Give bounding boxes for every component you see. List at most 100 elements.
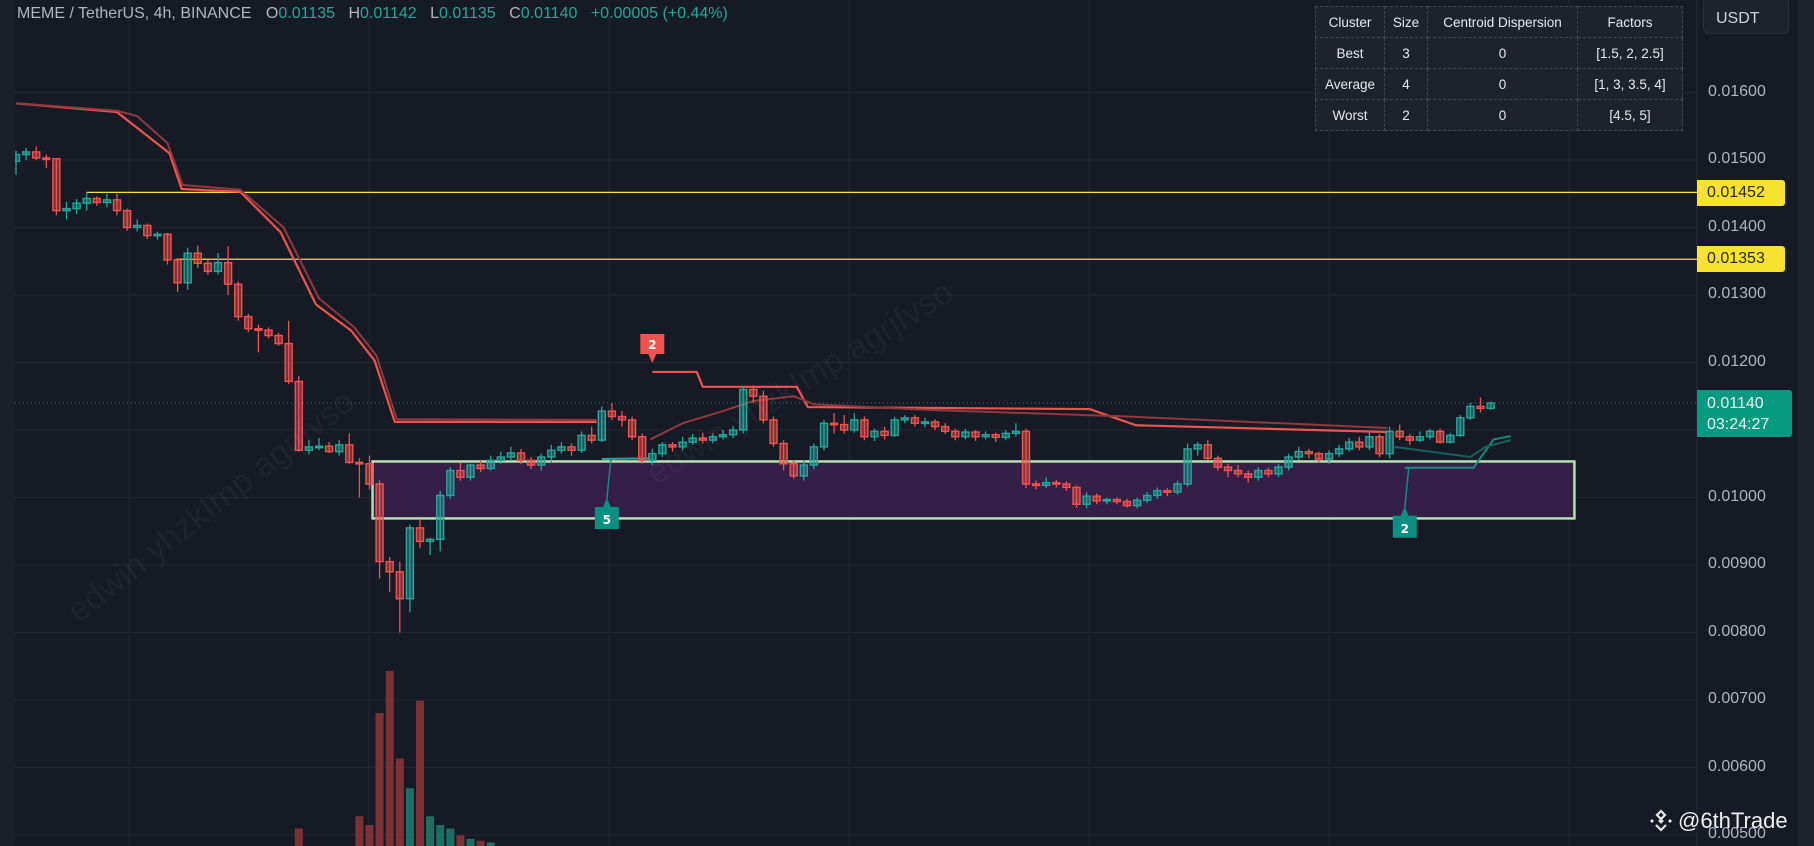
- candle-body: [1355, 441, 1364, 448]
- candle-body: [506, 452, 516, 458]
- candle-body: [1314, 452, 1324, 460]
- candle-body: [355, 461, 364, 465]
- candle-body: [223, 261, 233, 285]
- price-axis-label: 0.01400: [1708, 217, 1766, 235]
- candle-body: [1385, 430, 1394, 455]
- candle-body: [476, 464, 485, 470]
- candle-body: [516, 452, 526, 462]
- candle-body: [1163, 490, 1172, 493]
- candle-body: [819, 422, 829, 448]
- candle-body: [1264, 469, 1273, 475]
- price-axis-label: 0.01600: [1708, 82, 1766, 100]
- candle-body: [1375, 436, 1384, 455]
- level-tag: 0.01353: [1697, 246, 1785, 272]
- candle-body: [1072, 486, 1081, 505]
- symbol-title[interactable]: MEME / TetherUS, 4h, BINANCE: [17, 5, 251, 22]
- candle-body: [72, 202, 81, 210]
- candle-body: [779, 442, 788, 465]
- level-tag: 0.01452: [1697, 180, 1785, 206]
- candle-body: [456, 469, 465, 478]
- volume-bar: [426, 816, 435, 846]
- left-edge: [0, 0, 15, 846]
- low-label: L: [430, 5, 440, 22]
- table-header-row: Cluster Size Centroid Dispersion Factors: [1315, 6, 1683, 38]
- trailing-stop-bear-stop-1-shadow: [15, 102, 597, 421]
- candle-body: [365, 463, 374, 485]
- candle-body: [688, 437, 697, 443]
- candle-body: [102, 199, 112, 204]
- candle-body: [1456, 417, 1465, 437]
- trailing-stop-bear-stop-1: [15, 102, 597, 423]
- cell: Average: [1315, 68, 1385, 100]
- candle-body: [668, 444, 677, 448]
- candle-body: [52, 157, 61, 212]
- candle-body: [1021, 430, 1031, 485]
- candle-body: [627, 419, 637, 438]
- candle-body: [1011, 430, 1021, 435]
- price-axis-label: 0.01500: [1708, 150, 1766, 167]
- candle-body: [486, 459, 495, 470]
- candle-body: [920, 421, 930, 425]
- candle-body: [1132, 499, 1142, 507]
- candle-body: [1284, 456, 1293, 468]
- candle-body: [203, 262, 213, 273]
- candle-body: [1334, 448, 1344, 455]
- symbol-header: MEME / TetherUS, 4h, BINANCE O0.01135 H0…: [17, 5, 737, 23]
- candle-body: [183, 252, 192, 284]
- volume-bar: [456, 835, 465, 846]
- volume-bar: [365, 825, 374, 846]
- candle-body: [375, 483, 384, 563]
- candle-body: [1122, 500, 1132, 507]
- candle-body: [395, 571, 404, 600]
- table-row: Best 3 0 [1.5, 2, 2.5]: [1315, 37, 1683, 69]
- candle-body: [769, 419, 778, 445]
- candle-body: [32, 151, 41, 159]
- candle-body: [294, 380, 303, 451]
- volume-bar: [395, 758, 404, 846]
- candle-body: [1112, 498, 1122, 503]
- candle-body: [21, 151, 31, 156]
- candle-body: [678, 441, 687, 448]
- candle-body: [526, 459, 536, 466]
- candle-body: [749, 388, 758, 397]
- candle-body: [1294, 450, 1303, 458]
- candle-body: [405, 527, 415, 600]
- candle-body: [739, 388, 748, 431]
- candle-body: [1274, 466, 1283, 475]
- currency-button[interactable]: USDT: [1703, 0, 1789, 34]
- support-zone: [371, 460, 1576, 520]
- brand-watermark: @6thTrade: [1648, 808, 1788, 834]
- candle-body: [314, 445, 324, 449]
- candle-body: [930, 421, 940, 428]
- low-value: 0.01135: [439, 5, 496, 22]
- candle-body: [496, 456, 505, 462]
- cell: [1.5, 2, 2.5]: [1577, 37, 1683, 69]
- open-label: O: [265, 5, 279, 22]
- candle-body: [446, 469, 455, 497]
- cell: 2: [1384, 99, 1428, 131]
- candle-body: [1102, 498, 1112, 502]
- cell: 3: [1384, 37, 1428, 69]
- candle-body: [900, 417, 909, 421]
- col-header: Centroid Dispersion: [1427, 6, 1578, 38]
- candle-body: [213, 261, 223, 273]
- col-header: Size: [1384, 6, 1428, 38]
- cell: Best: [1315, 37, 1385, 69]
- cluster-table: Cluster Size Centroid Dispersion Factors…: [1315, 6, 1683, 131]
- candle-body: [324, 445, 334, 453]
- table-row: Worst 2 0 [4.5, 5]: [1315, 99, 1683, 131]
- candle-body: [1041, 481, 1051, 487]
- candle-body: [870, 430, 879, 438]
- candle-body: [941, 425, 950, 433]
- candle-body: [759, 395, 768, 421]
- candle-body: [233, 283, 243, 318]
- table-row: Average 4 0 [1, 3, 3.5, 4]: [1315, 68, 1683, 100]
- candle-body: [587, 434, 596, 441]
- candle-body: [607, 410, 617, 418]
- candle-body: [1445, 434, 1455, 443]
- high-value: 0.01142: [360, 5, 417, 22]
- candle-body: [991, 434, 1000, 439]
- candle-body: [193, 252, 203, 264]
- signal-label: 2: [1401, 522, 1409, 536]
- volume-bar: [446, 828, 455, 846]
